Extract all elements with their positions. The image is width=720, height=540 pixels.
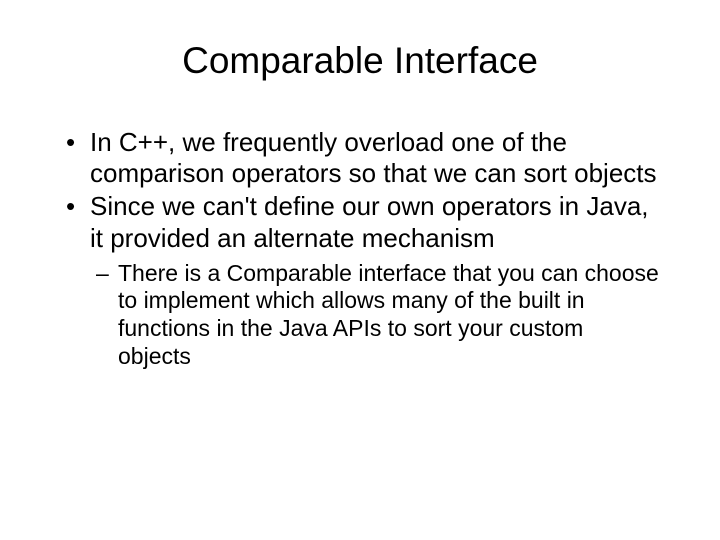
bullet-item: In C++, we frequently overload one of th… — [60, 127, 660, 189]
slide-container: Comparable Interface In C++, we frequent… — [0, 0, 720, 540]
bullet-item: Since we can't define our own operators … — [60, 191, 660, 253]
slide-title: Comparable Interface — [60, 40, 660, 82]
bullet-list: In C++, we frequently overload one of th… — [60, 127, 660, 370]
sub-bullet-item: There is a Comparable interface that you… — [60, 260, 660, 370]
